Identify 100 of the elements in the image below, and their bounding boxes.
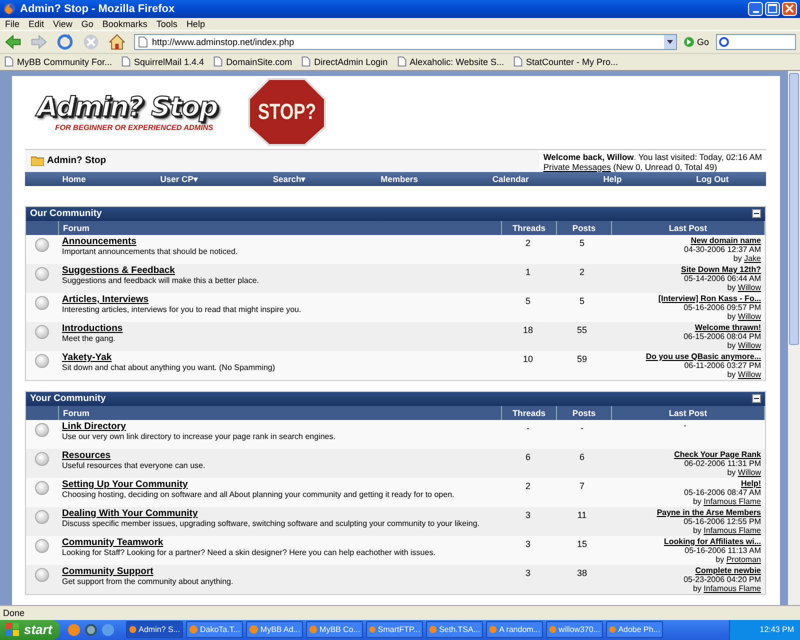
nav-link[interactable]: User CP▾ <box>160 174 198 184</box>
by-label: by <box>692 584 702 593</box>
last-post-link[interactable]: Check Your Page Rank <box>674 450 761 459</box>
nav-link[interactable]: Home <box>62 174 86 184</box>
nav-link[interactable]: Search▾ <box>272 174 306 184</box>
author-link[interactable]: Willow <box>738 282 761 292</box>
forum-link[interactable]: Articles, Interviews <box>62 294 149 305</box>
maximize-button[interactable] <box>765 2 780 16</box>
last-post-date: 04-30-2006 12:37 AM <box>684 244 761 254</box>
menu-item[interactable]: View <box>53 18 72 29</box>
author-link[interactable]: Protoman <box>726 554 761 564</box>
nav-link[interactable]: Calendar <box>492 174 529 184</box>
category-title[interactable]: Your Community <box>30 393 106 404</box>
bookmark-item[interactable]: MyBB Community For... <box>4 56 112 68</box>
forum-link[interactable]: Community Teamwork <box>62 536 164 548</box>
minimize-button[interactable] <box>748 2 763 16</box>
forum-link[interactable]: Announcements <box>62 236 136 247</box>
menu-item[interactable]: Help <box>186 18 205 29</box>
forum-link[interactable]: Setting Up Your Community <box>62 478 188 490</box>
taskbar-button[interactable]: Admin? S... <box>126 621 183 638</box>
last-post-link[interactable]: Site Down May 12th? <box>680 264 761 274</box>
forum-link[interactable]: Resources <box>62 450 111 461</box>
collapse-icon[interactable] <box>752 394 761 404</box>
author-link[interactable]: Infamous Flame <box>704 584 761 593</box>
search-field[interactable] <box>716 34 796 50</box>
forum-link[interactable]: Yakety-Yak <box>62 352 112 363</box>
forum-status-icon <box>35 452 49 466</box>
author-link[interactable]: Willow <box>738 370 761 379</box>
forum-link[interactable]: Community Support <box>62 566 154 577</box>
close-button[interactable] <box>782 2 797 16</box>
author-link[interactable]: Infamous Flame <box>704 496 761 506</box>
post-count: 38 <box>576 566 588 580</box>
status-text: Done <box>3 608 25 618</box>
last-post-link[interactable]: Do you use QBasic anymore... <box>646 352 761 361</box>
address-field[interactable]: http://www.adminstop.net/index.php <box>134 34 677 50</box>
author-link[interactable]: Willow <box>738 312 761 321</box>
forum-status-icon <box>35 266 49 281</box>
go-button[interactable]: Go <box>680 36 712 47</box>
bookmark-item[interactable]: StatCounter - My Pro... <box>513 56 618 68</box>
forum-status-icon <box>35 354 49 368</box>
back-arrow-icon[interactable] <box>4 32 22 51</box>
by-label: by <box>727 340 736 350</box>
app-icon <box>129 624 137 636</box>
bookmark-item[interactable]: DomainSite.com <box>213 56 292 68</box>
last-post-link[interactable]: [Interview] Ron Kass - Fo... <box>658 294 761 303</box>
menu-item[interactable]: Go <box>81 18 94 29</box>
author-link[interactable]: Willow <box>738 468 761 477</box>
forum-link[interactable]: Suggestions & Feedback <box>62 264 175 276</box>
post-count: 5 <box>578 236 586 250</box>
page-icon <box>121 56 132 68</box>
forum-status-icon <box>35 422 49 437</box>
app-icon <box>249 624 258 636</box>
post-count: 5 <box>578 294 586 308</box>
vertical-scrollbar[interactable] <box>788 70 800 606</box>
bookmark-item[interactable]: SquirrelMail 1.4.4 <box>121 56 204 68</box>
last-post-link[interactable]: Help! <box>741 478 761 488</box>
breadcrumb-link[interactable]: Admin? Stop <box>47 155 106 166</box>
bookmark-item[interactable]: DirectAdmin Login <box>301 56 388 68</box>
thread-count: - <box>526 422 530 435</box>
author-link[interactable]: Willow <box>738 340 761 350</box>
author-link[interactable]: Infamous Flame <box>704 526 761 535</box>
taskbar-button[interactable]: A random... <box>486 621 543 638</box>
forum-link[interactable]: Link Directory <box>62 420 126 432</box>
start-button[interactable]: start <box>0 620 60 640</box>
nav-link[interactable]: Log Out <box>696 174 729 184</box>
post-count: 59 <box>576 352 588 366</box>
last-post-link[interactable]: Welcome thrawn! <box>694 322 761 332</box>
taskbar-button[interactable]: willow370... <box>546 621 603 638</box>
nav-link[interactable]: Help <box>603 174 622 184</box>
last-post-link[interactable]: Looking for Affiliates wi... <box>664 536 761 546</box>
private-messages-link[interactable]: Private Messages <box>543 162 611 172</box>
author-link[interactable]: Jake <box>744 254 761 263</box>
page-icon <box>513 56 524 68</box>
menu-item[interactable]: Edit <box>28 18 44 29</box>
category-title[interactable]: Our Community <box>30 208 102 220</box>
last-post-link[interactable]: New domain name <box>690 236 761 245</box>
by-label: by <box>692 526 702 535</box>
collapse-icon[interactable] <box>752 209 761 218</box>
taskbar-button[interactable]: SmartFTP... <box>366 621 423 638</box>
message-counts: (New 0, Unread 0, Total 49) <box>613 162 718 172</box>
last-post-link[interactable]: Complete newbie <box>695 566 761 575</box>
thread-count: 2 <box>524 236 532 250</box>
reload-icon[interactable] <box>56 32 74 51</box>
nav-link[interactable]: Members <box>380 174 418 184</box>
thread-count: 5 <box>524 294 532 308</box>
taskbar-button[interactable]: Seth.TSA... <box>426 621 483 638</box>
menu-item[interactable]: File <box>5 18 20 29</box>
taskbar-button[interactable]: MyBB Co... <box>306 621 363 638</box>
taskbar-button[interactable]: DakoTa.T... <box>186 621 243 638</box>
taskbar-button[interactable]: Adobe Ph... <box>606 621 663 638</box>
bookmark-item[interactable]: Alexaholic: Website S... <box>396 56 504 68</box>
forum-description: Meet the gang. <box>62 334 116 343</box>
menu-item[interactable]: Tools <box>156 18 178 29</box>
forum-link[interactable]: Dealing With Your Community <box>62 508 198 519</box>
last-post-date: 05-23-2006 04:20 PM <box>684 574 761 584</box>
forum-link[interactable]: Introductions <box>62 322 123 334</box>
last-post-link[interactable]: Payne in the Arse Members <box>656 508 761 517</box>
menu-item[interactable]: Bookmarks <box>102 18 148 29</box>
home-icon[interactable] <box>108 32 126 51</box>
taskbar-button[interactable]: MyBB Ad... <box>246 621 303 638</box>
